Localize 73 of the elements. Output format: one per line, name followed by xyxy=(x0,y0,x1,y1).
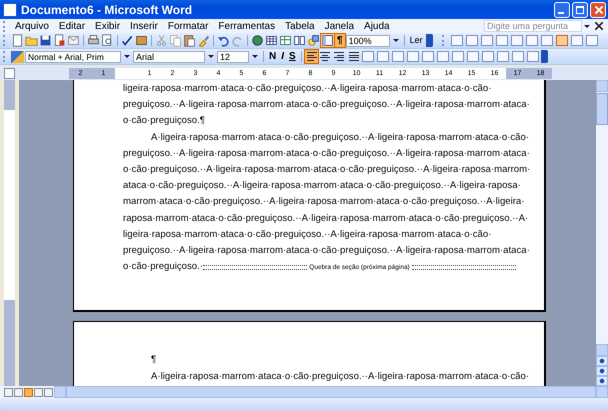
spreadsheet-icon[interactable] xyxy=(279,34,292,47)
bold-button[interactable]: N xyxy=(267,50,278,63)
menu-item[interactable]: Ajuda xyxy=(359,20,395,32)
menu-item[interactable]: Formatar xyxy=(162,20,214,32)
text-line: A·ligeira·raposa·marrom·ataca·o·cão·preguiçoso.··A·ligeira·raposa·marrom·ataca·o·cão· xyxy=(150,370,530,384)
dropdown-arrow-icon[interactable] xyxy=(252,55,258,58)
envelope-page-icon[interactable] xyxy=(67,34,80,47)
close-icon[interactable] xyxy=(595,22,603,30)
styles-pane-icon[interactable] xyxy=(11,50,24,62)
view-mode-icon[interactable] xyxy=(24,388,33,396)
horizontal-scrollbar[interactable] xyxy=(66,386,596,398)
dropdown-arrow-icon[interactable] xyxy=(124,55,130,58)
text-line: A·ligeira·raposa·marrom·ataca·o·cão·preguiçoso.··A·ligeira·raposa·marrom·ataca·o·cão· xyxy=(150,130,530,145)
align-right-icon[interactable] xyxy=(332,50,346,63)
menu-item[interactable]: Arquivo xyxy=(10,20,54,32)
read-button[interactable]: Ler xyxy=(408,34,425,47)
italic-button[interactable]: I xyxy=(279,50,286,63)
text-line: preguiçoso.··A·ligeira·raposa·marrom·ataca·o·cão·preguiçoso.··A·ligeira·raposa·marrom·ataca· xyxy=(123,244,530,258)
text-line: preguiçoso.··A·ligeira·raposa·marrom·ataca·o·cão·preguiçoso.··A·ligeira·raposa·marrom·ataca· xyxy=(123,146,530,161)
view-mode-icon[interactable] xyxy=(14,388,23,396)
magnifier-page-icon[interactable] xyxy=(101,34,114,47)
menu-item[interactable]: Tabela xyxy=(280,20,320,32)
printer-icon[interactable] xyxy=(87,34,100,47)
undo-arrow-icon[interactable] xyxy=(217,34,230,47)
toolbar-options-icon[interactable] xyxy=(540,50,548,63)
zoom-field[interactable]: 100% xyxy=(346,34,390,46)
align-center-icon[interactable] xyxy=(318,50,332,63)
text-line: o·cão·preguiçoso.· xyxy=(123,260,203,274)
view-mode-icon[interactable] xyxy=(4,388,13,396)
text-line: ¶ xyxy=(150,353,156,368)
menu-item[interactable]: Janela xyxy=(320,20,360,32)
help-search-field[interactable]: Digite uma pergunta xyxy=(484,20,582,32)
menu-item[interactable]: Ferramentas xyxy=(213,20,280,32)
document-map-icon[interactable] xyxy=(321,34,334,47)
text-line: ligeira·raposa·marrom·ataca·o·cão·preguiçoso.··A·ligeira·raposa·marrom·ataca·o·cão· xyxy=(123,228,492,242)
view-mode-icon[interactable] xyxy=(34,388,43,396)
menu-item[interactable]: Exibir xyxy=(90,20,126,32)
document-icon xyxy=(3,2,17,16)
scissors-icon[interactable] xyxy=(155,34,168,47)
scrollbar-thumb[interactable] xyxy=(596,93,608,125)
formatting-marks-button[interactable]: ¶ xyxy=(335,34,345,47)
columns-icon[interactable] xyxy=(293,34,306,47)
clipboard-icon[interactable] xyxy=(183,34,196,47)
spelling-check-icon[interactable] xyxy=(121,34,134,47)
style-field[interactable]: Normal + Arial, Prim xyxy=(25,50,121,62)
table-grid-icon[interactable] xyxy=(265,34,278,47)
menu-item[interactable]: Inserir xyxy=(125,20,163,32)
text-line: ligeira·raposa·marrom·ataca·o·cão·preguiçoso.··A·ligeira·raposa·marrom·ataca·o·cão· xyxy=(123,82,492,96)
align-left-icon[interactable] xyxy=(304,50,318,63)
maximize-button[interactable] xyxy=(572,2,588,18)
view-mode-icon[interactable] xyxy=(44,388,53,396)
page-icon[interactable] xyxy=(11,34,24,47)
menu-item[interactable]: Editar xyxy=(54,20,90,32)
align-justify-icon[interactable] xyxy=(346,50,360,63)
text-line: raposa·marrom·ataca·o·cão·preguiçoso.··A·ligeira·raposa·marrom·ataca·o·cão·preguiçoso.··A· xyxy=(123,212,528,226)
tab-stop-selector[interactable] xyxy=(4,68,15,78)
text-line: preguiçoso.··A·ligeira·raposa·marrom·ataca·o·cão·preguiçoso.··A·ligeira·raposa·marrom·ataca· xyxy=(123,98,530,112)
text-line: marrom·ataca·o·cão·preguiçoso.··A·ligeira·raposa·marrom·ataca·o·cão·preguiçoso.··A·ligeira· xyxy=(123,195,524,210)
text-line: o·cão·preguiçoso.··A·ligeira·raposa·marrom·ataca·o·cão·preguiçoso.··A·ligeira·raposa·marrom· xyxy=(123,163,530,178)
shapes-icon[interactable] xyxy=(307,34,320,47)
underline-button[interactable]: S xyxy=(287,50,298,63)
font-size-field[interactable]: 12 xyxy=(217,50,249,62)
font-field[interactable]: Arial xyxy=(133,50,205,62)
text-line: ataca·o·cão·preguiçoso.··A·ligeira·raposa·marrom·ataca·o·cão·preguiçoso.··A·ligeira·raposa· xyxy=(123,179,521,194)
window-title: Documento6 - Microsoft Word xyxy=(21,2,194,16)
dropdown-arrow-icon[interactable] xyxy=(392,39,399,42)
dropdown-arrow-icon[interactable] xyxy=(584,24,590,28)
text-line: o·cão·preguiçoso.¶ xyxy=(123,114,205,128)
paintbrush-icon[interactable] xyxy=(197,34,210,47)
dropdown-arrow-icon[interactable] xyxy=(208,55,214,58)
toolbar-options-icon[interactable] xyxy=(426,34,433,47)
close-button[interactable] xyxy=(590,2,606,18)
minimize-button[interactable] xyxy=(554,2,570,18)
